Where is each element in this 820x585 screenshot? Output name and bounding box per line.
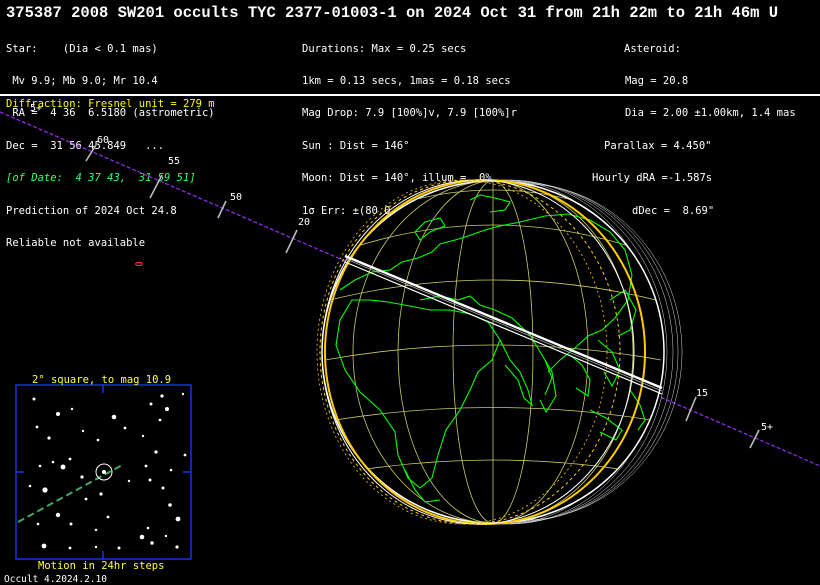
software-version: Occult 4.2024.2.10	[4, 574, 107, 585]
path-label: 60	[97, 135, 109, 146]
path-tick	[217, 200, 227, 219]
diffraction-note: Diffraction: Fresnel unit = 279 m	[6, 98, 215, 110]
path-tick	[285, 229, 298, 254]
star-field-inset	[15, 384, 192, 560]
path-label: 50	[230, 192, 242, 203]
path-label: 5+	[761, 422, 773, 433]
path-tick	[149, 174, 163, 199]
path-label: 15	[696, 388, 708, 399]
path-tick	[685, 396, 697, 422]
earth-globe	[316, 179, 683, 525]
path-label: 20	[298, 217, 310, 228]
globe-plot: 5+ 60 55 50 20 15 5+	[0, 103, 820, 560]
path-label: 55	[168, 156, 180, 167]
inset-bottom-label: Motion in 24hr steps	[38, 560, 165, 572]
observer-marker	[135, 261, 143, 267]
inset-top-label: 2° square, to mag 10.9	[32, 374, 172, 386]
